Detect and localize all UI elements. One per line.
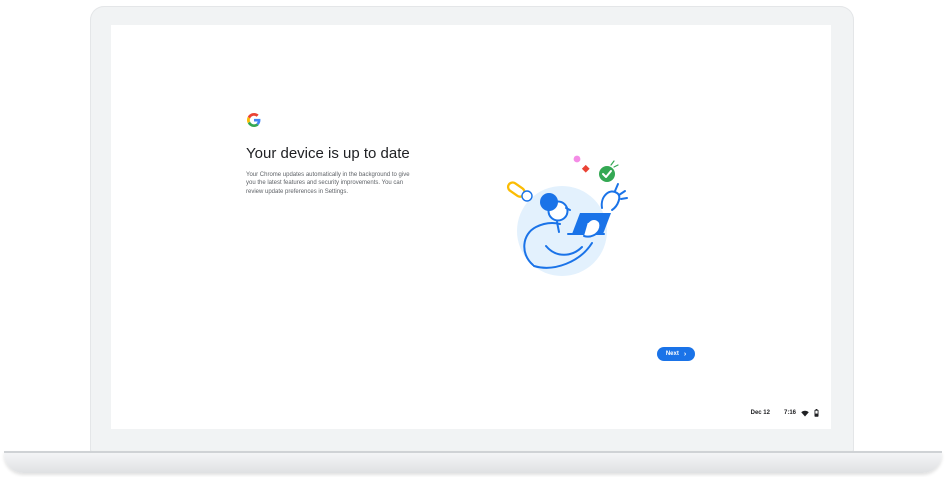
battery-icon [814, 409, 819, 417]
google-g-icon [247, 113, 261, 127]
laptop-frame: Your device is up to date Your Chrome up… [0, 0, 946, 477]
update-description: Your Chrome updates automatically in the… [246, 172, 410, 195]
person-with-laptop-illustration [506, 155, 628, 276]
laptop-base [4, 451, 942, 473]
time-label: 7:16 [783, 410, 796, 416]
system-tray[interactable]: Dec 12 7:16 [751, 409, 819, 417]
page-title: Your device is up to date [246, 145, 410, 162]
next-button[interactable]: Next › [657, 347, 695, 361]
oobe-screen: Your device is up to date Your Chrome up… [111, 25, 831, 429]
next-button-label: Next [665, 351, 679, 357]
chevron-right-icon: › [683, 350, 687, 358]
wifi-icon [801, 410, 809, 416]
date-label: Dec 12 [750, 410, 770, 416]
